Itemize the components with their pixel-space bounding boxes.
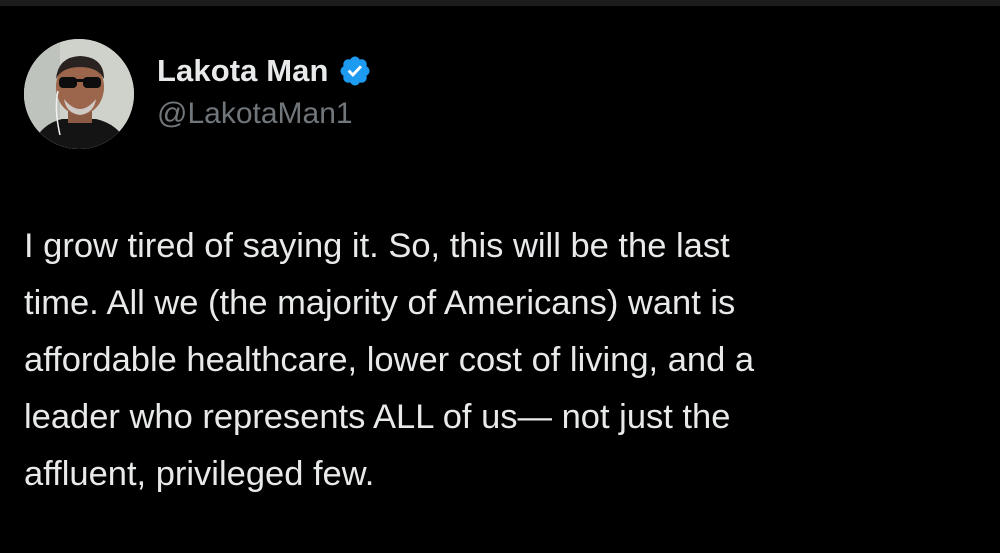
tweet-text-line: leader who represents ALL of us— not jus… (24, 398, 731, 436)
tweet-text-line: time. All we (the majority of Americans)… (24, 284, 736, 322)
tweet-text-line: affordable healthcare, lower cost of liv… (24, 341, 755, 379)
author-display-name[interactable]: Lakota Man (157, 53, 329, 89)
tweet-text: I grow tired of saying it. So, this will… (24, 218, 974, 503)
tweet-text-line: I grow tired of saying it. So, this will… (24, 227, 730, 265)
author-info: Lakota Man @LakotaMan1 (157, 51, 372, 131)
author-handle[interactable]: @LakotaMan1 (157, 97, 372, 131)
avatar[interactable] (24, 39, 134, 149)
tweet-card: Lakota Man @LakotaMan1 I grow tired of s… (0, 0, 1000, 553)
verified-badge-icon[interactable] (338, 54, 372, 88)
avatar-photo-icon (24, 39, 134, 149)
author-name-row: Lakota Man (157, 51, 372, 91)
tweet-text-line: affluent, privileged few. (24, 455, 375, 493)
